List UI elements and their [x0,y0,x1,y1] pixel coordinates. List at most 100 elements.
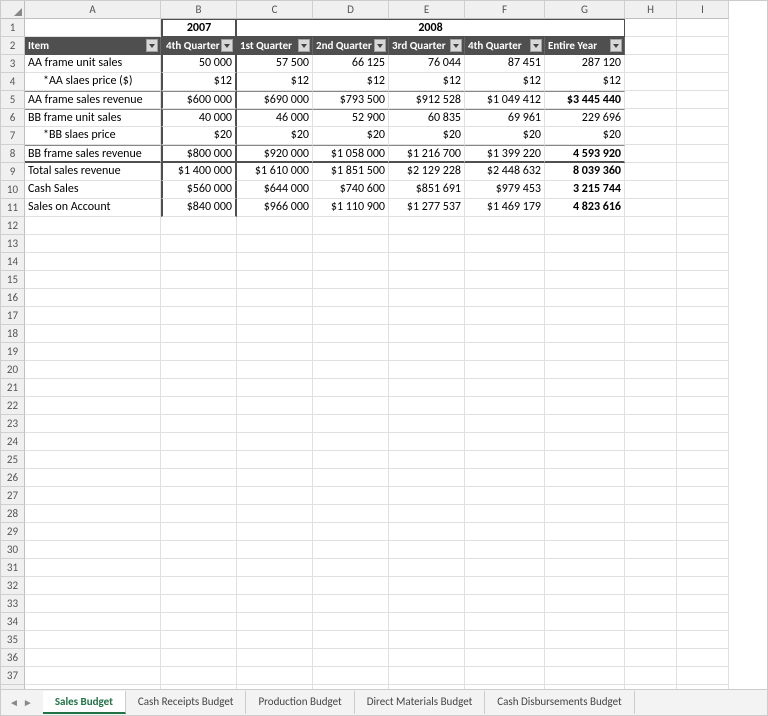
cell[interactable] [25,595,161,613]
cell[interactable] [465,397,545,415]
cell[interactable] [237,379,313,397]
cell[interactable] [625,613,677,631]
tab-nav-prev-icon[interactable]: ◄ [9,696,19,709]
row-header[interactable]: 36 [1,649,25,667]
data-cell[interactable]: $1 399 220 [465,145,545,163]
cell[interactable] [161,505,237,523]
filter-q1[interactable]: 1st Quarter [237,37,313,55]
cell[interactable] [313,631,389,649]
cell[interactable] [237,271,313,289]
row-header[interactable]: 31 [1,559,25,577]
data-cell[interactable]: $12 [161,73,237,91]
sheet-tab[interactable]: Cash Disbursements Budget [485,691,634,714]
cell[interactable] [465,289,545,307]
cell[interactable] [389,361,465,379]
col-header-D[interactable]: D [313,1,389,19]
filter-q4[interactable]: 4th Quarter [465,37,545,55]
cell[interactable] [313,541,389,559]
data-cell[interactable]: $690 000 [237,91,313,109]
data-cell[interactable]: 287 120 [545,55,625,73]
cell[interactable] [545,523,625,541]
cell[interactable] [161,433,237,451]
cell[interactable] [389,253,465,271]
data-cell[interactable]: 8 039 360 [545,163,625,181]
cell[interactable] [677,541,729,559]
cell[interactable] [677,217,729,235]
data-cell[interactable]: $920 000 [237,145,313,163]
cell[interactable] [313,505,389,523]
cell[interactable] [161,451,237,469]
data-cell[interactable]: $20 [313,127,389,145]
data-cell[interactable]: $1 110 900 [313,199,389,217]
cell[interactable] [25,415,161,433]
sheet-tab[interactable]: Direct Materials Budget [355,691,486,714]
data-cell[interactable]: $12 [465,73,545,91]
sheet-tab[interactable]: Sales Budget [43,691,126,714]
cell[interactable] [677,55,729,73]
data-cell[interactable]: $2 448 632 [465,163,545,181]
cell[interactable] [465,307,545,325]
cell[interactable] [161,343,237,361]
cell[interactable] [25,541,161,559]
cell[interactable] [161,289,237,307]
col-header-E[interactable]: E [389,1,465,19]
row-header[interactable]: 34 [1,613,25,631]
cell[interactable] [313,343,389,361]
cell[interactable] [313,289,389,307]
cell[interactable] [465,415,545,433]
cell[interactable] [389,541,465,559]
cell[interactable] [313,433,389,451]
cell[interactable] [465,379,545,397]
cell[interactable] [545,379,625,397]
cell[interactable] [237,505,313,523]
row-header[interactable]: 3 [1,55,25,73]
cell[interactable] [161,397,237,415]
cell[interactable] [545,631,625,649]
tab-nav-next-icon[interactable]: ► [23,696,33,709]
filter-q4-2007[interactable]: 4th Quarter [161,37,237,55]
cell[interactable] [625,253,677,271]
data-cell[interactable]: 4 593 920 [545,145,625,163]
row-header[interactable]: 13 [1,235,25,253]
cell[interactable] [25,577,161,595]
cell[interactable] [237,217,313,235]
col-header-B[interactable]: B [161,1,237,19]
data-cell[interactable]: $12 [545,73,625,91]
cell[interactable] [545,253,625,271]
cell[interactable] [465,451,545,469]
row-header[interactable]: 27 [1,487,25,505]
row-header[interactable]: 26 [1,469,25,487]
cell[interactable] [465,253,545,271]
cell[interactable] [313,235,389,253]
cell[interactable] [625,199,677,217]
cell[interactable] [389,325,465,343]
col-header-F[interactable]: F [465,1,545,19]
data-cell[interactable]: 40 000 [161,109,237,127]
cell[interactable] [625,73,677,91]
cell[interactable] [625,55,677,73]
cell[interactable] [237,541,313,559]
data-cell[interactable]: 76 044 [389,55,465,73]
cell[interactable] [161,541,237,559]
cell[interactable] [25,271,161,289]
cell[interactable] [465,271,545,289]
cell[interactable] [25,253,161,271]
data-cell[interactable]: $1 851 500 [313,163,389,181]
cell[interactable] [237,307,313,325]
cell[interactable] [237,667,313,685]
cell[interactable] [465,433,545,451]
row-header[interactable]: 23 [1,415,25,433]
cell[interactable] [237,577,313,595]
cell[interactable] [389,415,465,433]
row-label[interactable]: *AA slaes price ($) [25,73,161,91]
cell[interactable] [545,577,625,595]
cell[interactable] [465,217,545,235]
cell[interactable] [625,343,677,361]
row-label[interactable]: AA frame unit sales [25,55,161,73]
cell[interactable] [677,451,729,469]
cell[interactable] [677,523,729,541]
data-cell[interactable]: $560 000 [161,181,237,199]
filter-dropdown-icon[interactable] [450,39,462,52]
cell[interactable] [161,487,237,505]
data-cell[interactable]: $1 277 537 [389,199,465,217]
